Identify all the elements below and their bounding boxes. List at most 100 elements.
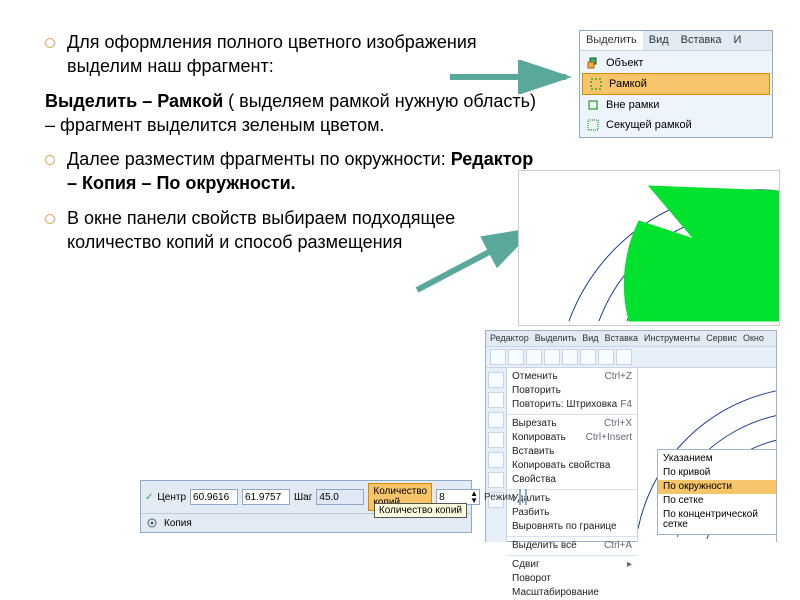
lt-icon[interactable] (488, 412, 504, 428)
menu-item-frame[interactable]: Рамкой (582, 73, 770, 95)
editor-menu-item[interactable]: Копировать свойства (507, 459, 637, 473)
editor-menu-item[interactable]: Вырезать Ctrl+X (507, 414, 637, 431)
submenu-item[interactable]: По сетке (658, 494, 776, 508)
menu-item-shortcut: Ctrl+X (604, 419, 632, 429)
menu-item-object[interactable]: Объект (580, 53, 772, 73)
menu-item-label: Выделить всё (512, 541, 577, 551)
menu-item-label: Повторить: Штриховка (512, 400, 617, 410)
editor-menu-item[interactable]: Свойства (507, 473, 637, 487)
editor-menu-item[interactable]: Выделить всё Ctrl+A (507, 536, 637, 553)
copy-submenu: УказаниемПо кривойПо окружностиПо сеткеП… (657, 449, 777, 535)
editor-menu-item[interactable]: Копировать Ctrl+Insert (507, 431, 637, 445)
center-y-input[interactable] (242, 489, 290, 505)
frame-icon (587, 76, 605, 92)
menu-item-label: Копировать (512, 433, 566, 443)
bullet-3-prefix: Далее разместим фрагменты по окружности: (67, 149, 451, 169)
mode-icon-1[interactable] (519, 489, 521, 505)
menu-item-label: Вырезать (512, 419, 556, 429)
editor-menu-item[interactable]: Отменить Ctrl+Z (507, 370, 637, 384)
select-menu-screenshot: Выделить Вид Вставка И Объект Рамкой Вне… (579, 30, 773, 138)
menu-service[interactable]: Сервис (706, 334, 737, 343)
editor-menu-item[interactable]: Поворот (507, 572, 637, 586)
count-input[interactable] (437, 490, 469, 504)
tool-icon[interactable] (598, 349, 614, 365)
step-input[interactable] (316, 489, 364, 505)
editor-menu-item[interactable]: Повторить: ШтриховкаF4 (507, 398, 637, 412)
tool-icon[interactable] (508, 349, 524, 365)
menu-item-shortcut: ▸ (627, 560, 632, 570)
editor-menu-item[interactable]: Выровнять по границе (507, 520, 637, 534)
lt-icon[interactable] (488, 432, 504, 448)
menu-tabs: Выделить Вид Вставка И (580, 31, 772, 51)
tool-icon[interactable] (490, 349, 506, 365)
menu-select[interactable]: Выделить (535, 334, 577, 343)
menu-item-cutting[interactable]: Секущей рамкой (580, 115, 772, 135)
menu-item-label: Масштабирование (512, 588, 599, 598)
center-label: Центр (157, 492, 186, 503)
menu-editor[interactable]: Редактор (490, 334, 529, 343)
editor-menu-item[interactable]: Масштабирование (507, 586, 637, 600)
submenu-item[interactable]: По окружности (658, 480, 776, 494)
gear-icon (146, 517, 158, 529)
menu-view[interactable]: Вид (582, 334, 598, 343)
submenu-item[interactable]: По кривой (658, 466, 776, 480)
editor-menu-item[interactable]: Сдвиг▸ (507, 555, 637, 572)
menu-item-label: Свойства (512, 475, 556, 485)
properties-panel: ✓ Центр Шаг Количество копий ▲▼ Режим Ко… (140, 480, 472, 533)
menu-item-label: Повторить (512, 386, 561, 396)
lt-icon[interactable] (488, 472, 504, 488)
menu-item-label: Поворот (512, 574, 551, 584)
bullet-1-text: Для оформления полного цветного изображе… (67, 32, 477, 76)
menu-item-object-label: Объект (606, 58, 643, 69)
menu-item-shortcut: Ctrl+Insert (586, 433, 632, 443)
mode-label: Режим (484, 492, 515, 503)
copy-label: Копия (164, 518, 192, 529)
menu-insert2[interactable]: Вставка (605, 334, 638, 343)
tool-icon[interactable] (562, 349, 578, 365)
tab-select[interactable]: Выделить (580, 31, 643, 50)
menu-item-shortcut: Ctrl+A (604, 541, 632, 551)
center-x-input[interactable] (190, 489, 238, 505)
submenu-item[interactable]: По концентрической сетке (658, 508, 776, 532)
mode-icon-2[interactable] (525, 489, 527, 505)
editor-menu-item[interactable]: Вставить (507, 445, 637, 459)
menu-item-label: Отменить (512, 372, 558, 382)
checkbox-icon[interactable]: ✓ (145, 492, 153, 503)
bullet-4-text: В окне панели свойств выбираем подходяще… (67, 208, 455, 252)
object-icon (584, 55, 602, 71)
tool-icon[interactable] (526, 349, 542, 365)
tab-more[interactable]: И (728, 31, 748, 50)
tool-icon[interactable] (580, 349, 596, 365)
tool-icon[interactable] (544, 349, 560, 365)
menu-item-label: Разбить (512, 508, 549, 518)
menu-item-label: Выровнять по границе (512, 522, 617, 532)
menu-item-label: Копировать свойства (512, 461, 610, 471)
tooltip: Количество копий (374, 503, 467, 518)
editor-menu-item[interactable]: Разбить (507, 506, 637, 520)
submenu-item[interactable]: Указанием (658, 452, 776, 466)
menu-window[interactable]: Окно (743, 334, 764, 343)
bullet-2: Выделить – Рамкой ( выделяем рамкой нужн… (45, 89, 545, 138)
menu-tools[interactable]: Инструменты (644, 334, 700, 343)
menu-item-shortcut: Ctrl+Z (605, 372, 633, 382)
editor-menubar: Редактор Выделить Вид Вставка Инструмент… (486, 331, 776, 347)
lt-icon[interactable] (488, 372, 504, 388)
tab-insert[interactable]: Вставка (675, 31, 728, 50)
editor-left-toolbar (486, 368, 507, 542)
tab-view[interactable]: Вид (643, 31, 675, 50)
green-fragment-figure (518, 170, 780, 326)
lt-icon[interactable] (488, 392, 504, 408)
menu-item-outside[interactable]: Вне рамки (580, 95, 772, 115)
tool-icon[interactable] (616, 349, 632, 365)
editor-screenshot: Редактор Выделить Вид Вставка Инструмент… (485, 330, 777, 542)
outside-icon (584, 97, 602, 113)
arrow-right-top (448, 60, 578, 94)
spinner-buttons-icon[interactable]: ▲▼ (469, 490, 479, 504)
menu-item-outside-label: Вне рамки (606, 100, 659, 111)
editor-menu-item[interactable]: Повторить (507, 384, 637, 398)
bullet-2-bold: Выделить – Рамкой (45, 91, 223, 111)
menu-item-shortcut: F4 (620, 400, 632, 410)
lt-icon[interactable] (488, 452, 504, 468)
bullet-3: Далее разместим фрагменты по окружности:… (45, 147, 545, 196)
editor-toolbar (486, 347, 776, 368)
